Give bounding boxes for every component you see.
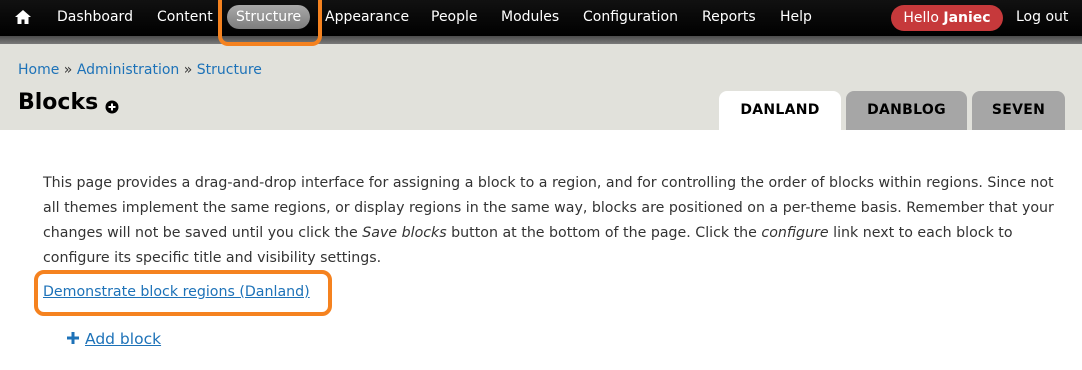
tab-seven[interactable]: SEVEN bbox=[972, 91, 1065, 130]
toolbar-item-appearance[interactable]: Appearance bbox=[325, 0, 409, 36]
admin-toolbar: Dashboard Content Structure Appearance P… bbox=[0, 0, 1082, 36]
breadcrumb-structure[interactable]: Structure bbox=[197, 62, 262, 78]
home-icon[interactable] bbox=[14, 9, 32, 25]
breadcrumb-separator: » bbox=[63, 62, 73, 78]
description-text: button at the bottom of the page. Click … bbox=[446, 225, 762, 241]
toolbar-item-configuration[interactable]: Configuration bbox=[583, 0, 678, 36]
page-header: Home » Administration » Structure Blocks… bbox=[0, 44, 1082, 130]
toolbar-item-modules[interactable]: Modules bbox=[501, 0, 559, 36]
toolbar-item-help[interactable]: Help bbox=[780, 0, 812, 36]
demo-link-highlight bbox=[34, 270, 332, 316]
save-blocks-mention: Save blocks bbox=[362, 225, 447, 241]
username: Janiec bbox=[943, 10, 991, 26]
toolbar-item-people[interactable]: People bbox=[431, 0, 478, 36]
greeting-prefix: Hello bbox=[903, 10, 939, 26]
toolbar-item-content[interactable]: Content bbox=[157, 0, 213, 36]
plus-icon bbox=[67, 330, 79, 344]
plus-circle-icon[interactable] bbox=[105, 99, 119, 114]
add-block-label: Add block bbox=[85, 330, 162, 348]
tab-danland[interactable]: DANLAND bbox=[719, 91, 841, 130]
toolbar-item-dashboard[interactable]: Dashboard bbox=[57, 0, 133, 36]
shortcut-bar bbox=[0, 36, 1082, 44]
breadcrumb: Home » Administration » Structure bbox=[18, 62, 262, 78]
toolbar-item-reports[interactable]: Reports bbox=[702, 0, 756, 36]
configure-mention: configure bbox=[761, 225, 829, 241]
structure-highlight bbox=[218, 0, 322, 46]
page-title: Blocks bbox=[18, 90, 99, 115]
help-description: This page provides a drag-and-drop inter… bbox=[43, 171, 1068, 271]
user-greeting[interactable]: Hello Janiec bbox=[891, 5, 1003, 31]
add-block-link[interactable]: Add block bbox=[67, 330, 161, 348]
breadcrumb-home[interactable]: Home bbox=[18, 62, 59, 78]
breadcrumb-administration[interactable]: Administration bbox=[77, 62, 179, 78]
tab-danblog[interactable]: DANBLOG bbox=[846, 91, 967, 130]
breadcrumb-separator: » bbox=[183, 62, 193, 78]
logout-link[interactable]: Log out bbox=[1016, 0, 1068, 36]
